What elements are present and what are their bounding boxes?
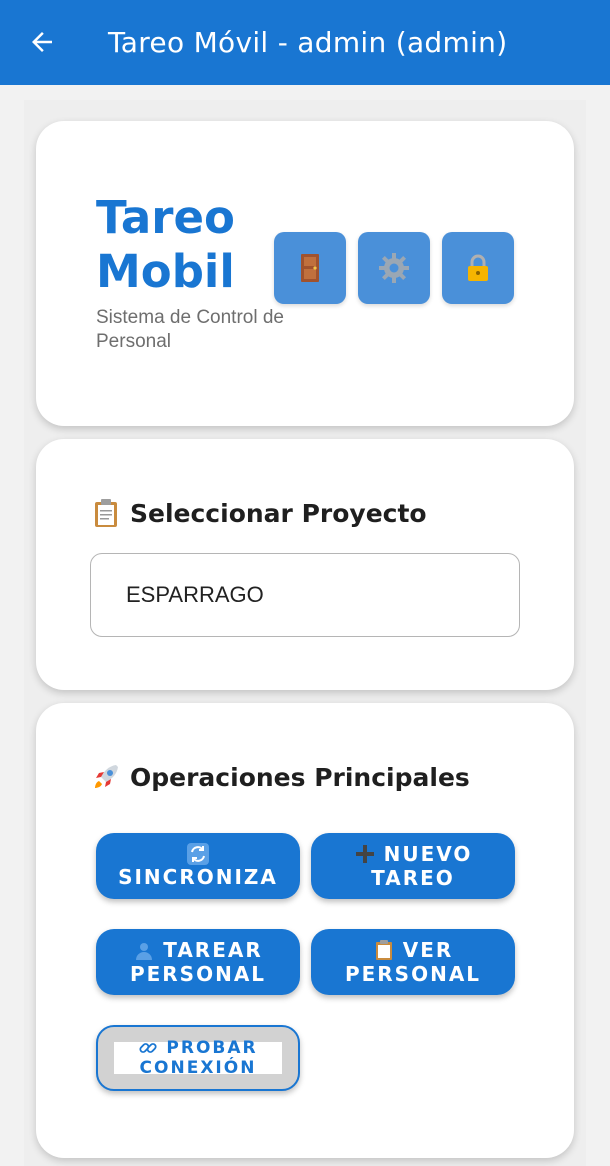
test-connection-label-1: PROBAR xyxy=(166,1038,258,1058)
brand-title: Tareo Mobil xyxy=(96,191,256,299)
operations-section-title: Operaciones Principales xyxy=(90,761,470,793)
back-button[interactable] xyxy=(24,24,60,60)
arrow-left-icon xyxy=(32,32,52,52)
new-tareo-label-2: TAREO xyxy=(371,866,455,890)
project-section-label: Seleccionar Proyecto xyxy=(130,498,427,528)
lock-icon xyxy=(468,254,488,281)
plus-icon xyxy=(355,845,374,863)
project-card: Seleccionar Proyecto ESPARRAGO xyxy=(36,439,574,690)
tarear-personal-label-2: PERSONAL xyxy=(129,962,267,986)
clipboard-icon xyxy=(375,940,392,960)
gear-icon xyxy=(379,253,409,283)
settings-button[interactable] xyxy=(358,232,430,304)
sync-icon xyxy=(187,843,209,865)
project-select[interactable]: ESPARRAGO xyxy=(90,553,520,637)
new-tareo-button[interactable]: NUEVO TAREO xyxy=(311,833,515,899)
link-icon xyxy=(139,1043,157,1053)
tarear-personal-label-1: TAREAR xyxy=(163,938,263,962)
app-title: Tareo Móvil - admin (admin) xyxy=(108,26,508,59)
ver-personal-label-1: VER xyxy=(402,938,454,962)
sync-button-label: SINCRONIZA xyxy=(118,865,278,889)
rocket-icon xyxy=(95,765,118,788)
new-tareo-label-1: NUEVO xyxy=(383,842,473,866)
project-section-title: Seleccionar Proyecto xyxy=(90,497,427,529)
app-bar: Tareo Móvil - admin (admin) xyxy=(0,0,610,85)
brand-title-line1: Tareo xyxy=(96,191,235,244)
operations-section-label: Operaciones Principales xyxy=(130,762,470,792)
ver-personal-button[interactable]: VER PERSONAL xyxy=(311,929,515,995)
brand-subtitle: Sistema de Control de Personal xyxy=(96,307,284,352)
operations-card: Operaciones Principales SINCRONIZA NUEVO… xyxy=(36,703,574,1158)
sync-button[interactable]: SINCRONIZA xyxy=(96,833,300,899)
clipboard-icon xyxy=(95,499,117,527)
test-connection-button[interactable]: PROBAR CONEXIÓN xyxy=(96,1025,300,1091)
person-icon xyxy=(136,943,153,960)
logout-button[interactable] xyxy=(274,232,346,304)
test-connection-label-2: CONEXIÓN xyxy=(139,1058,257,1078)
brand-title-line2: Mobil xyxy=(96,245,235,298)
header-card: Tareo Mobil Sistema de Control de Person… xyxy=(36,121,574,426)
ver-personal-label-2: PERSONAL xyxy=(344,962,482,986)
door-icon xyxy=(301,254,319,282)
lock-button[interactable] xyxy=(442,232,514,304)
tarear-personal-button[interactable]: TAREAR PERSONAL xyxy=(96,929,300,995)
